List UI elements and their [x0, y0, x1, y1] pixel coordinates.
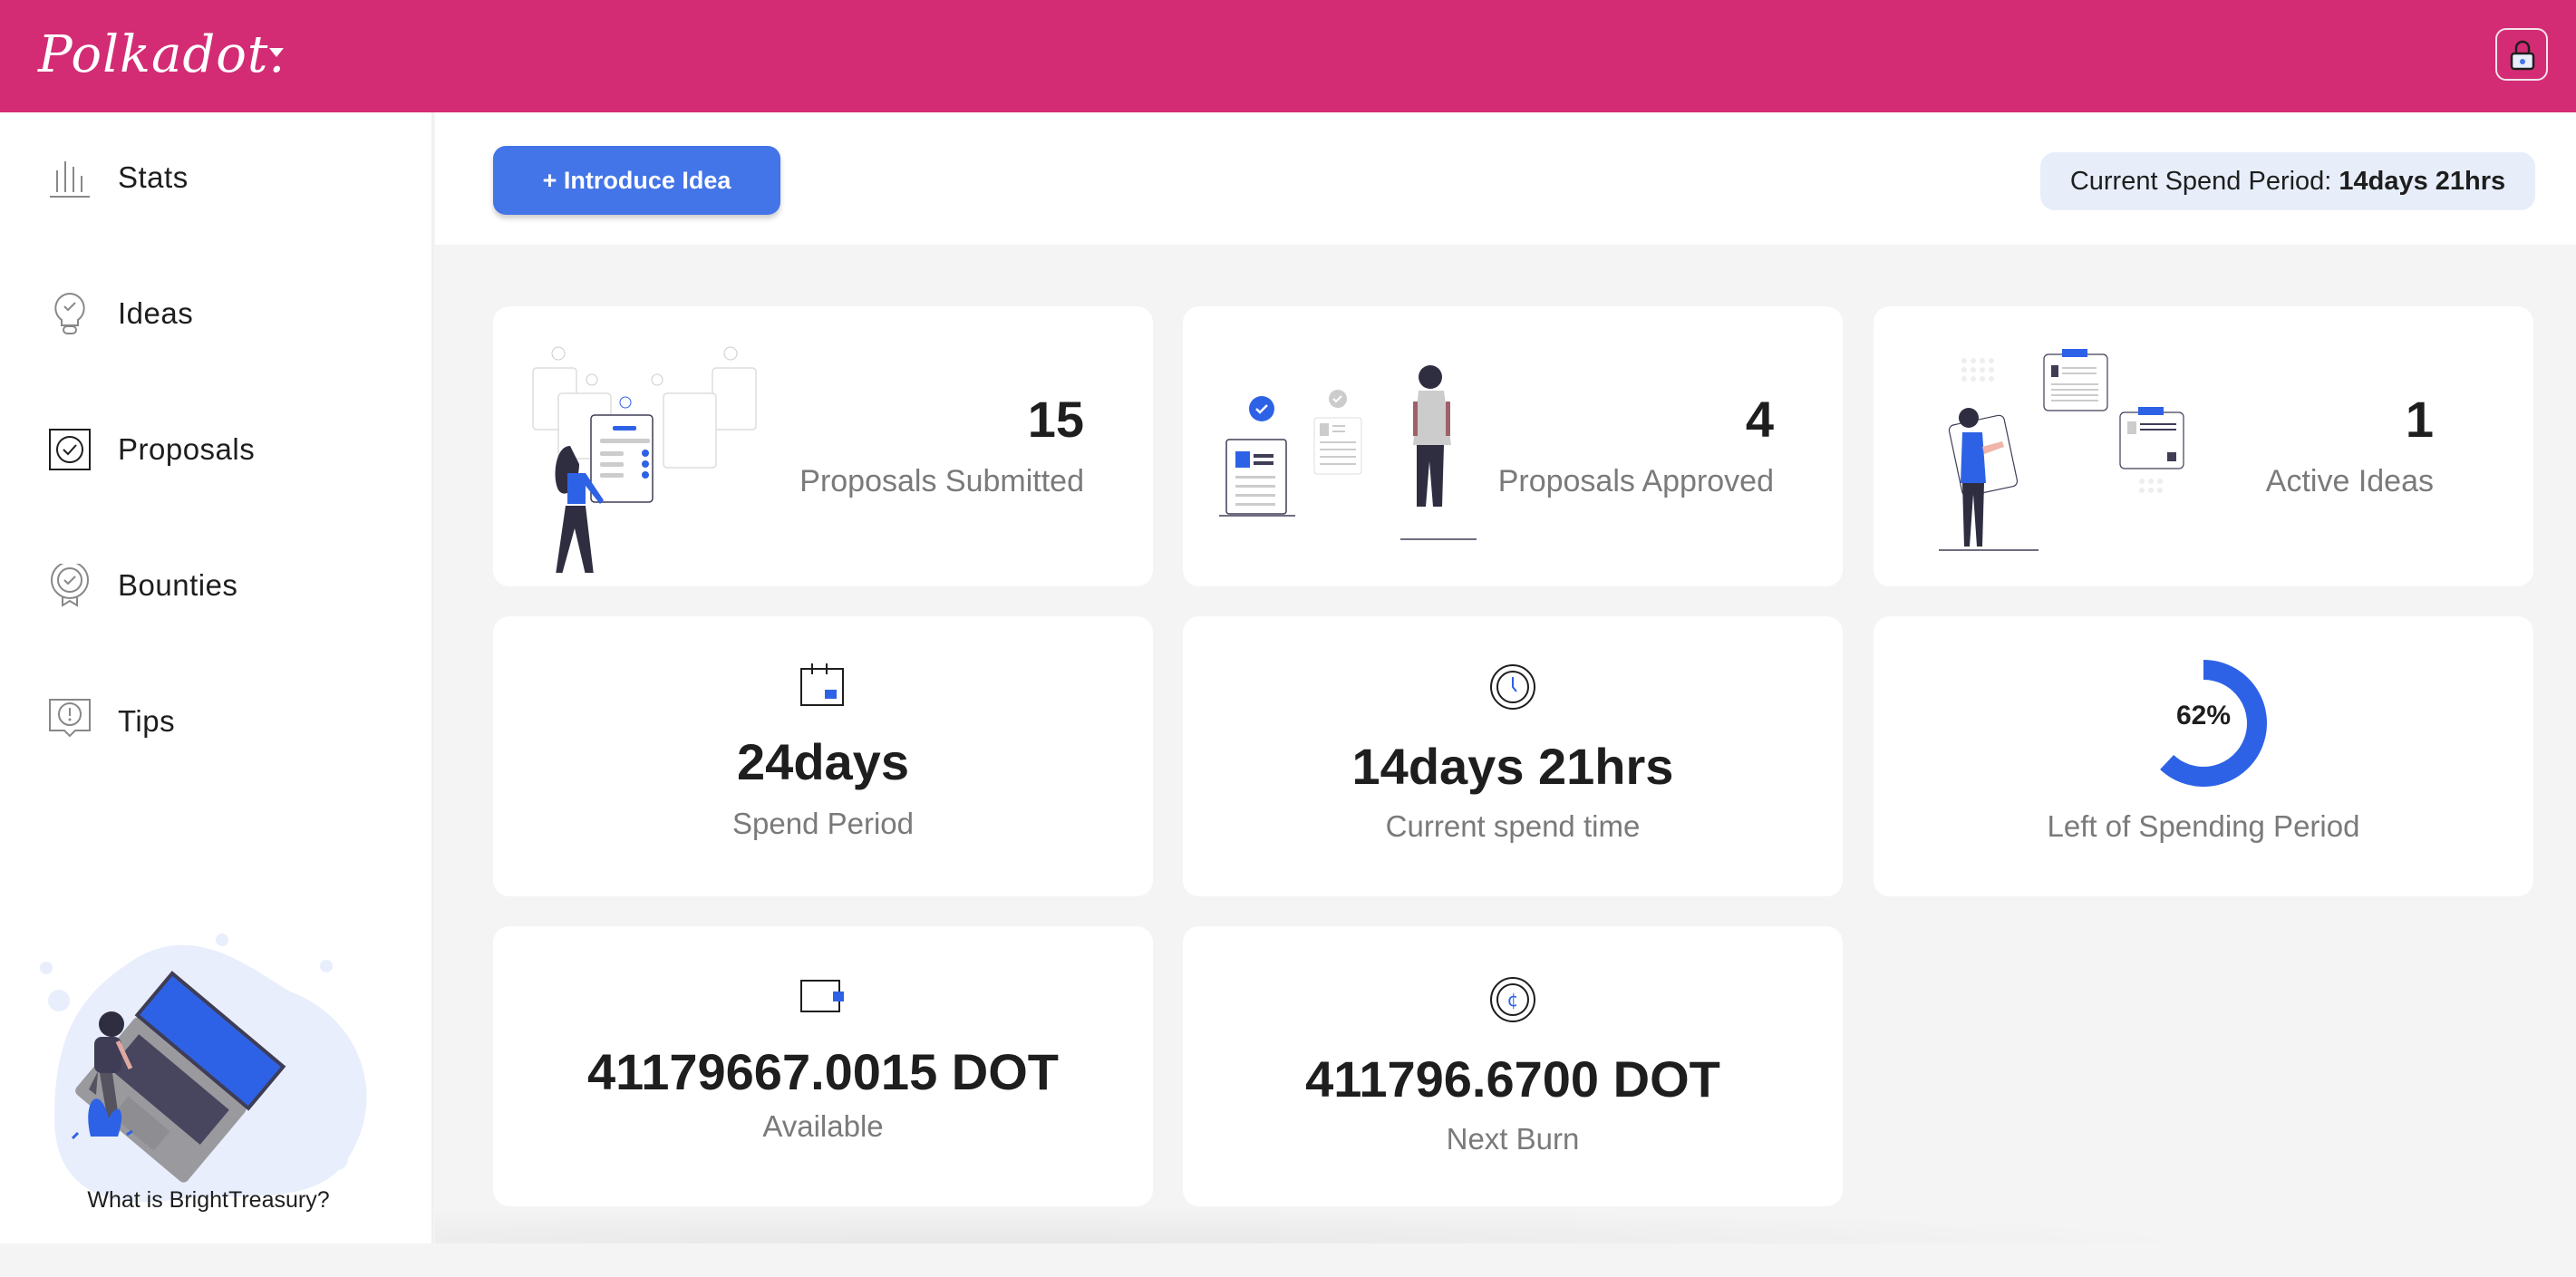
- active-ideas-value: 1: [2405, 391, 2434, 448]
- current-spend-time-label: Current spend time: [1385, 809, 1641, 843]
- active-ideas-illustration: [1939, 349, 2184, 551]
- available-label: Available: [762, 1109, 884, 1143]
- sidebar-item-label: Tips: [118, 704, 176, 738]
- alert-bubble-icon: [49, 699, 91, 742]
- sidebar-item-label: Stats: [118, 160, 189, 194]
- proposals-submitted-label: Proposals Submitted: [799, 464, 1084, 498]
- clock-icon: [1490, 664, 1535, 710]
- spend-period-label: Current Spend Period:: [2069, 166, 2332, 196]
- introduce-idea-button[interactable]: + Introduce Idea: [493, 146, 780, 215]
- left-of-spending-period-card: 62% Left of Spending Period: [1874, 616, 2533, 896]
- badge-icon: [49, 564, 91, 607]
- proposals-submitted-card[interactable]: 15 Proposals Submitted: [493, 306, 1153, 586]
- coin-icon: ¢: [1490, 977, 1535, 1022]
- app-header: Polkadot.: [0, 0, 2576, 112]
- sidebar: Stats Ideas Proposals Bounties Tips What…: [0, 112, 433, 1243]
- sidebar-item-ideas[interactable]: Ideas: [49, 286, 393, 341]
- lock-icon: [2510, 40, 2535, 71]
- proposals-approved-value: 4: [1745, 391, 1774, 448]
- sidebar-item-label: Proposals: [118, 432, 256, 466]
- account-lock-button[interactable]: [2495, 28, 2548, 81]
- available-card: 41179667.0015 DOT Available: [493, 926, 1153, 1206]
- sidebar-item-tips[interactable]: Tips: [49, 694, 393, 749]
- available-value: 41179667.0015 DOT: [587, 1043, 1059, 1100]
- next-burn-value: 411796.6700 DOT: [1305, 1050, 1720, 1108]
- sidebar-item-proposals[interactable]: Proposals: [49, 422, 393, 477]
- wallet-icon: [800, 980, 844, 1012]
- laptop-person-illustration: [36, 892, 381, 1272]
- active-ideas-label: Active Ideas: [2265, 464, 2434, 498]
- proposals-approved-card[interactable]: 4 Proposals Approved: [1183, 306, 1843, 586]
- spend-period-label: Spend Period: [732, 807, 914, 840]
- proposals-approved-label: Proposals Approved: [1497, 464, 1774, 498]
- current-spend-period-badge: Current Spend Period: 14days 21hrs: [2040, 152, 2535, 210]
- proposals-submitted-illustration: [532, 346, 757, 573]
- left-of-period-percent: 62%: [2175, 701, 2232, 730]
- calendar-icon: [800, 663, 844, 706]
- active-ideas-card[interactable]: 1 Active Ideas: [1874, 306, 2533, 586]
- svg-text:¢: ¢: [1507, 989, 1519, 1011]
- sidebar-item-bounties[interactable]: Bounties: [49, 558, 393, 613]
- proposals-approved-illustration: [1219, 365, 1477, 540]
- sidebar-item-stats[interactable]: Stats: [49, 150, 393, 205]
- spend-period-value: 24days: [737, 733, 909, 790]
- proposals-submitted-value: 15: [1027, 391, 1084, 448]
- scroll-shadow: [435, 1205, 2248, 1243]
- left-of-period-label: Left of Spending Period: [2047, 809, 2360, 843]
- lightbulb-icon: [49, 292, 91, 334]
- next-burn-label: Next Burn: [1446, 1122, 1580, 1156]
- network-dropdown-chevron-icon[interactable]: [269, 48, 284, 57]
- spend-period-value: 14days 21hrs: [2339, 166, 2506, 196]
- network-logo[interactable]: Polkadot.: [38, 25, 286, 84]
- sidebar-item-label: Ideas: [118, 296, 194, 330]
- spend-period-card: 24days Spend Period: [493, 616, 1153, 896]
- bar-chart-icon: [49, 157, 91, 198]
- what-is-brighttreasury-link[interactable]: What is BrightTreasury?: [0, 1187, 417, 1214]
- current-spend-time-value: 14days 21hrs: [1351, 738, 1674, 795]
- current-spend-time-card: 14days 21hrs Current spend time: [1183, 616, 1843, 896]
- next-burn-card: ¢ 411796.6700 DOT Next Burn: [1183, 926, 1843, 1206]
- sidebar-item-label: Bounties: [118, 568, 238, 602]
- check-circle-icon: [49, 429, 91, 470]
